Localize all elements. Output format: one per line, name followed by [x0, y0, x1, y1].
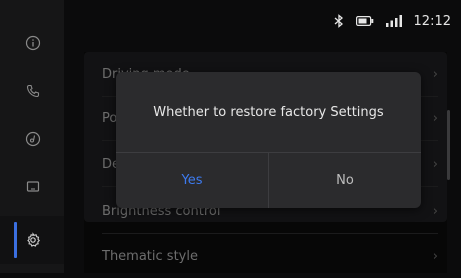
- status-bar: 12:12: [334, 12, 461, 30]
- sidebar: [0, 0, 64, 273]
- confirm-dialog: Whether to restore factory Settings Yes …: [116, 72, 421, 208]
- battery-icon: [355, 16, 374, 26]
- no-button[interactable]: No: [269, 153, 421, 208]
- dialog-message: Whether to restore factory Settings: [153, 104, 384, 120]
- gear-icon[interactable]: [24, 231, 42, 249]
- info-icon[interactable]: [24, 34, 42, 52]
- phone-icon[interactable]: [24, 82, 42, 100]
- scrollbar[interactable]: [447, 110, 450, 180]
- screen-icon[interactable]: [24, 178, 42, 196]
- yes-button[interactable]: Yes: [116, 153, 268, 208]
- clock-time: 12:12: [413, 13, 451, 29]
- sidebar-active-indicator: [14, 222, 17, 258]
- signal-icon: [385, 15, 402, 27]
- bluetooth-icon: [334, 14, 344, 28]
- music-icon[interactable]: [24, 130, 42, 148]
